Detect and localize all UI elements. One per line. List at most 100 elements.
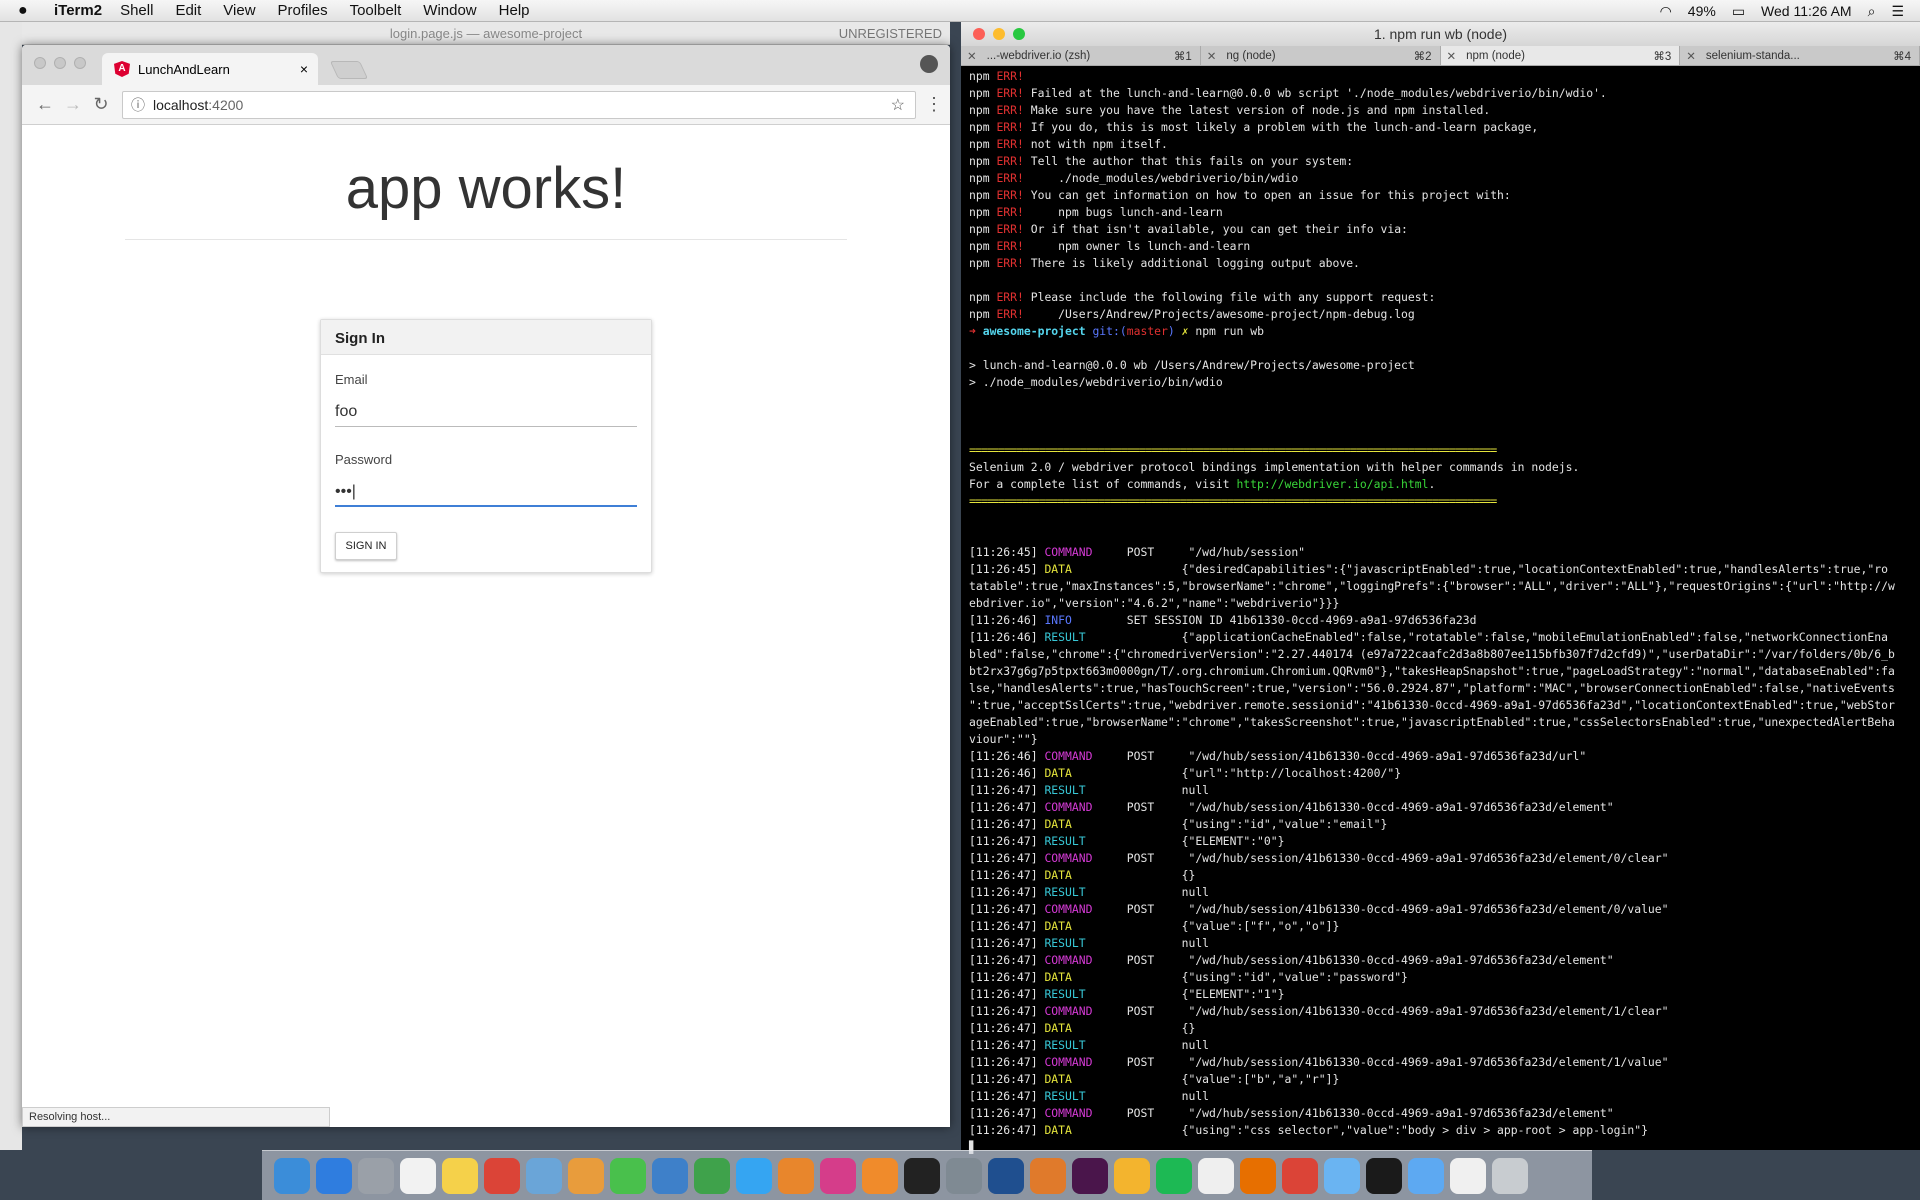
close-tab-icon[interactable]: ✕	[1447, 49, 1457, 63]
notification-center-icon[interactable]: ☰	[1891, 3, 1904, 20]
terminal-icon[interactable]	[904, 1158, 940, 1194]
spotlight-icon[interactable]: ⌕	[1868, 3, 1876, 20]
system-preferences-icon[interactable]	[946, 1158, 982, 1194]
textedit-icon[interactable]	[1198, 1158, 1234, 1194]
terminal-text: ERR!	[996, 103, 1024, 117]
itunes-icon[interactable]	[820, 1158, 856, 1194]
terminal-text: {"ELEMENT":"1"}	[1085, 987, 1285, 1001]
chrome-menu-icon[interactable]: ⋮	[924, 94, 944, 115]
menu-view[interactable]: View	[223, 2, 255, 19]
minimize-window-button[interactable]	[54, 57, 66, 69]
url-port: :4200	[208, 96, 244, 113]
terminal-text: {"using":"id","value":"email"}	[1071, 817, 1388, 831]
menu-edit[interactable]: Edit	[175, 2, 201, 19]
battery-percent[interactable]: 49%	[1688, 3, 1716, 19]
address-bar[interactable]: ⓘ localhost :4200 ☆	[122, 90, 916, 119]
iterm-icon[interactable]	[1366, 1158, 1402, 1194]
books-icon[interactable]	[862, 1158, 898, 1194]
quicktime-icon[interactable]	[988, 1158, 1024, 1194]
battery-icon[interactable]: ▭	[1732, 3, 1745, 20]
terminal-line: npm ERR! There is likely additional logg…	[969, 255, 1912, 272]
terminal-line: npm ERR!	[969, 68, 1912, 85]
safari-icon[interactable]	[316, 1158, 352, 1194]
close-tab-icon[interactable]: ✕	[1686, 49, 1696, 63]
numbers-icon[interactable]	[694, 1158, 730, 1194]
close-tab-icon[interactable]: ×	[300, 61, 308, 77]
messages-icon[interactable]	[736, 1158, 772, 1194]
menu-profiles[interactable]: Profiles	[278, 2, 328, 19]
bookmark-star-icon[interactable]: ☆	[891, 95, 905, 115]
downloads-icon[interactable]	[1408, 1158, 1444, 1194]
close-window-button[interactable]	[34, 57, 46, 69]
terminal-text: npm run wb	[1195, 324, 1264, 338]
editor-window-titlebar: login.page.js — awesome-project UNREGIST…	[22, 22, 950, 45]
menu-shell[interactable]: Shell	[120, 2, 153, 19]
terminal-line: viour":""}	[969, 731, 1912, 748]
terminal-text: [11:26:47]	[969, 1106, 1045, 1120]
password-field[interactable]: •••|	[335, 481, 637, 507]
apple-icon[interactable]: ●	[18, 2, 40, 20]
terminal-line: [11:26:45] DATA {"desiredCapabilities":{…	[969, 561, 1912, 578]
minimize-window-button[interactable]	[993, 28, 1005, 40]
sketch-icon[interactable]	[1114, 1158, 1150, 1194]
info-icon[interactable]: ⓘ	[131, 95, 145, 115]
terminal-text: COMMAND	[1044, 902, 1093, 916]
folder-icon[interactable]	[1324, 1158, 1360, 1194]
signin-button[interactable]: SIGN IN	[335, 532, 397, 560]
terminal-output[interactable]: npm ERR! npm ERR! Failed at the lunch-and…	[961, 66, 1920, 1158]
sublime-icon[interactable]	[1030, 1158, 1066, 1194]
spotify-icon[interactable]	[1156, 1158, 1192, 1194]
chrome-icon[interactable]	[484, 1158, 520, 1194]
terminal-line: bt2rx37g6g7p5tpxt663m0000gn/T/.org.chrom…	[969, 663, 1912, 680]
documents-icon[interactable]	[1450, 1158, 1486, 1194]
ibooks-icon[interactable]	[778, 1158, 814, 1194]
reload-icon[interactable]: ↻	[88, 94, 114, 115]
launchpad-icon[interactable]	[358, 1158, 394, 1194]
facetime-icon[interactable]	[610, 1158, 646, 1194]
iterm-tab-3[interactable]: ✕ npm (node) ⌘3	[1440, 46, 1681, 65]
tab-lunchandlearn[interactable]: A LunchAndLearn ×	[102, 53, 318, 85]
preview-icon[interactable]	[526, 1158, 562, 1194]
signin-card: Sign In Email foo Password •••| SIGN IN	[320, 319, 652, 573]
terminal-text: RESULT	[1044, 936, 1086, 950]
terminal-line	[969, 340, 1912, 357]
menu-window[interactable]: Window	[423, 2, 476, 19]
notes-icon[interactable]	[442, 1158, 478, 1194]
zoom-window-button[interactable]	[74, 57, 86, 69]
forward-icon[interactable]: →	[60, 94, 86, 115]
chrome-2-icon[interactable]	[1282, 1158, 1318, 1194]
trash-icon[interactable]	[1492, 1158, 1528, 1194]
iterm-tab-1[interactable]: ✕ ...-webdriver.io (zsh) ⌘1	[961, 46, 1201, 65]
menu-toolbelt[interactable]: Toolbelt	[350, 2, 402, 19]
close-tab-icon[interactable]: ✕	[967, 49, 977, 63]
iterm-tab-2[interactable]: ✕ ng (node) ⌘2	[1201, 46, 1441, 65]
terminal-line: npm ERR! npm owner ls lunch-and-learn	[969, 238, 1912, 255]
new-tab-button[interactable]	[329, 61, 369, 79]
iterm-tab-4[interactable]: ✕ selenium-standa... ⌘4	[1680, 46, 1920, 65]
terminal-text: POST "/wd/hub/session/41b61330-0ccd-4969…	[1092, 1055, 1669, 1069]
profile-icon[interactable]	[920, 55, 938, 73]
terminal-text: You can get information on how to open a…	[1023, 188, 1511, 202]
close-window-button[interactable]	[973, 28, 985, 40]
terminal-text: COMMAND	[1044, 953, 1093, 967]
calendar-icon[interactable]	[400, 1158, 436, 1194]
java-icon[interactable]	[1240, 1158, 1276, 1194]
back-icon[interactable]: ←	[32, 94, 58, 115]
slack-icon[interactable]	[1072, 1158, 1108, 1194]
close-tab-icon[interactable]: ✕	[1207, 49, 1217, 63]
terminal-text: ERR!	[996, 120, 1024, 134]
menu-help[interactable]: Help	[499, 2, 530, 19]
zoom-window-button[interactable]	[1013, 28, 1025, 40]
terminal-line: [11:26:47] RESULT {"ELEMENT":"0"}	[969, 833, 1912, 850]
keynote-icon[interactable]	[652, 1158, 688, 1194]
finder-icon[interactable]	[274, 1158, 310, 1194]
clock[interactable]: Wed 11:26 AM	[1761, 3, 1852, 19]
menu-app-name[interactable]: iTerm2	[54, 2, 102, 19]
status-area: ◠ 49% ▭ Wed 11:26 AM ⌕ ☰	[1660, 0, 1920, 22]
wifi-icon[interactable]: ◠	[1660, 3, 1672, 20]
photos-icon[interactable]	[568, 1158, 604, 1194]
iterm-tab-shortcut: ⌘4	[1893, 50, 1911, 63]
email-field[interactable]: foo	[335, 401, 637, 427]
terminal-line: ebdriver.io","version":"4.6.2","name":"w…	[969, 595, 1912, 612]
